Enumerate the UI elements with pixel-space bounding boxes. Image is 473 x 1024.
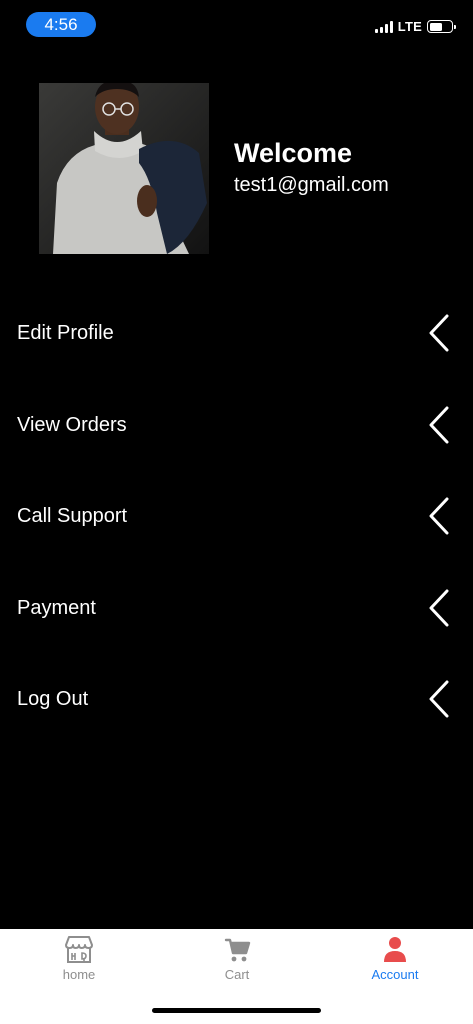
chevron-left-icon [429,680,449,718]
cellular-signal-icon [374,20,393,33]
menu-item-call-support[interactable]: Call Support [0,486,473,546]
menu-item-label: Edit Profile [17,321,114,344]
menu-item-label: View Orders [17,413,127,436]
menu-item-label: Log Out [17,687,89,710]
chevron-left-icon [429,406,449,444]
chevron-left-icon [429,589,449,627]
tab-cart[interactable]: Cart [158,929,316,989]
chevron-left-icon [429,314,449,352]
tab-account[interactable]: Account [316,929,473,989]
tab-label: Cart [224,967,250,982]
menu-item-view-orders[interactable]: View Orders [0,395,473,455]
battery-icon [427,20,456,33]
storefront-icon [65,936,93,963]
chevron-left-icon [429,497,449,535]
person-icon [384,937,406,962]
menu-item-log-out[interactable]: Log Out [0,669,473,729]
profile-photo [39,83,209,254]
user-email: test1@gmail.com [234,174,389,196]
tab-label: Account [371,967,419,982]
menu-item-payment[interactable]: Payment [0,578,473,638]
tab-home[interactable]: home [0,929,158,989]
menu-item-edit-profile[interactable]: Edit Profile [0,303,473,363]
status-indicators: LTE [374,19,456,34]
welcome-heading: Welcome [234,138,353,168]
status-bar: 4:56 LTE [0,0,473,48]
tab-label: home [62,967,96,982]
menu-item-label: Call Support [17,504,128,527]
cart-icon [224,938,251,962]
menu-item-label: Payment [17,596,96,619]
home-indicator[interactable] [152,1008,321,1013]
status-time: 4:56 [26,12,96,37]
network-type: LTE [397,19,422,34]
